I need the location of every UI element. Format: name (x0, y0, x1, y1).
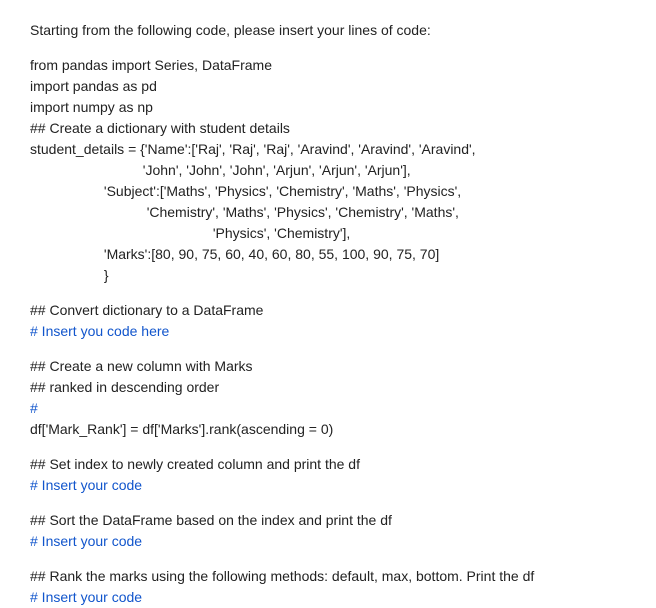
code-line: } (30, 265, 626, 286)
section-rank-methods: ## Rank the marks using the following me… (30, 566, 626, 608)
code-line: df['Mark_Rank'] = df['Marks'].rank(ascen… (30, 419, 626, 440)
code-comment: ## Create a new column with Marks (30, 356, 626, 377)
code-line: import pandas as pd (30, 76, 626, 97)
section-set-index: ## Set index to newly created column and… (30, 454, 626, 496)
section-new-column: ## Create a new column with Marks ## ran… (30, 356, 626, 440)
code-comment: ## Rank the marks using the following me… (30, 566, 626, 587)
code-comment: ## Create a dictionary with student deta… (30, 118, 626, 139)
code-line: 'Marks':[80, 90, 75, 60, 40, 60, 80, 55,… (30, 244, 626, 265)
code-line: student_details = {'Name':['Raj', 'Raj',… (30, 139, 626, 160)
insert-code-placeholder: # Insert your code (30, 475, 626, 496)
code-line: 'John', 'John', 'John', 'Arjun', 'Arjun'… (30, 160, 626, 181)
code-comment: # (30, 398, 626, 419)
code-block-imports-dict: from pandas import Series, DataFrame imp… (30, 55, 626, 286)
code-comment: ## ranked in descending order (30, 377, 626, 398)
code-line: from pandas import Series, DataFrame (30, 55, 626, 76)
section-sort-df: ## Sort the DataFrame based on the index… (30, 510, 626, 552)
code-line: 'Subject':['Maths', 'Physics', 'Chemistr… (30, 181, 626, 202)
code-line: import numpy as np (30, 97, 626, 118)
insert-code-placeholder: # Insert you code here (30, 321, 626, 342)
code-line: 'Physics', 'Chemistry'], (30, 223, 626, 244)
insert-code-placeholder: # Insert your code (30, 587, 626, 608)
code-line: 'Chemistry', 'Maths', 'Physics', 'Chemis… (30, 202, 626, 223)
code-comment: ## Convert dictionary to a DataFrame (30, 300, 626, 321)
insert-code-placeholder: # Insert your code (30, 531, 626, 552)
code-comment: ## Set index to newly created column and… (30, 454, 626, 475)
instruction-text: Starting from the following code, please… (30, 20, 626, 41)
section-convert-dict: ## Convert dictionary to a DataFrame # I… (30, 300, 626, 342)
